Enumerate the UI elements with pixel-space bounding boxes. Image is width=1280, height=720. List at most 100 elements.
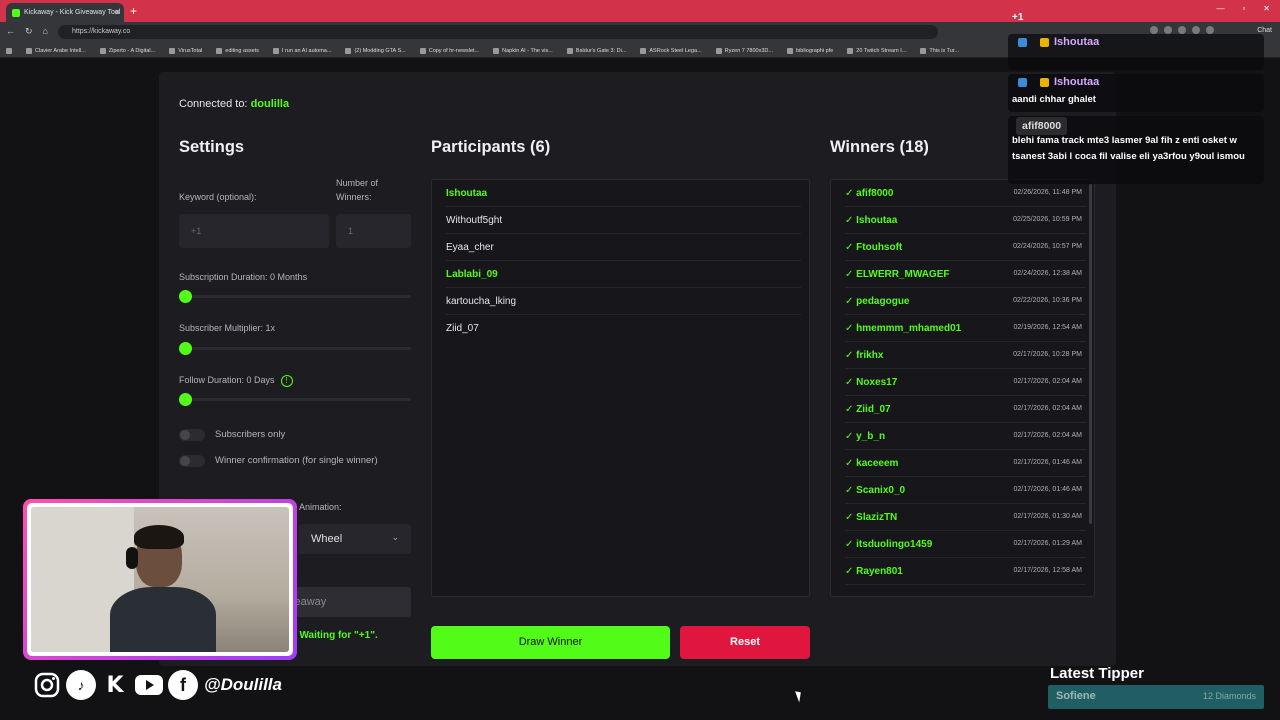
winners-title: Winners (18) bbox=[830, 138, 929, 156]
bookmarks-folder-icon[interactable] bbox=[6, 45, 12, 57]
winner-date: 02/24/2026, 12:38 AM bbox=[1013, 270, 1083, 277]
winner-row: ✓ ELWERR_MWAGEF 02/24/2026, 12:38 AM bbox=[845, 261, 1086, 288]
browser-tab[interactable]: Kickaway - Kick Giveaway Tool × bbox=[6, 3, 124, 22]
winner-row: ✓ Noxes17 02/17/2026, 02:04 AM bbox=[845, 369, 1086, 396]
winner-date: 02/17/2026, 01:30 AM bbox=[1013, 513, 1083, 520]
start-giveaway-button[interactable]: veaway bbox=[284, 587, 411, 617]
winner-date: 02/24/2026, 10:57 PM bbox=[1013, 243, 1082, 250]
chat-message: afif8000 blehi fama track mte3 lasmer 9a… bbox=[1008, 116, 1264, 184]
restore-icon[interactable]: ▫ bbox=[1242, 4, 1245, 13]
chat-extension-label[interactable]: Chat bbox=[1257, 27, 1272, 34]
subscription-duration-slider[interactable] bbox=[179, 290, 411, 303]
sub-badge-icon bbox=[1040, 38, 1049, 47]
participant-item: kartoucha_lking bbox=[446, 288, 801, 315]
slider-knob[interactable] bbox=[179, 290, 192, 303]
tiktok-icon: ♪ bbox=[66, 670, 96, 700]
profile-avatar-icon[interactable] bbox=[1206, 26, 1214, 34]
chat-message: Ishoutaa bbox=[1008, 34, 1264, 70]
bookmark-item[interactable]: (2) Modding GTA S... bbox=[345, 45, 406, 57]
refresh-icon[interactable]: ↻ bbox=[25, 26, 33, 37]
tipper-name: Sofiene bbox=[1056, 690, 1096, 702]
close-tab-icon[interactable]: × bbox=[115, 7, 120, 17]
slider-knob[interactable] bbox=[179, 342, 192, 355]
bookmark-item[interactable]: Ziperto - A Digital... bbox=[99, 45, 155, 57]
bookmark-item[interactable]: editing assets bbox=[216, 45, 259, 57]
nav-controls: ← ↻ ⌂ bbox=[6, 26, 48, 37]
extension-icons bbox=[1150, 26, 1214, 34]
participant-item: Withoutf5ght bbox=[446, 207, 801, 234]
webcam-frame bbox=[23, 499, 297, 660]
subscription-duration-label: Subscription Duration: 0 Months bbox=[179, 272, 308, 282]
bookmark-item[interactable]: Napkin AI - The vis... bbox=[493, 45, 553, 57]
winners-count-label: Number of Winners: bbox=[336, 178, 379, 202]
winner-row: ✓ itsduolingo1459 02/17/2026, 01:29 AM bbox=[845, 531, 1086, 558]
webcam-video bbox=[31, 507, 289, 652]
bookmark-item[interactable]: bibliographi pfe bbox=[786, 45, 833, 57]
latest-tipper-title: Latest Tipper bbox=[1050, 665, 1144, 682]
subscribers-only-label: Subscribers only bbox=[215, 429, 286, 440]
follow-duration-slider[interactable] bbox=[179, 393, 411, 406]
social-links: ♪ K f @Doulilla bbox=[32, 670, 282, 700]
participant-item: Lablabi_09 bbox=[446, 261, 801, 288]
url-field[interactable]: https://kickaway.co bbox=[58, 25, 938, 39]
winner-name: ✓ Ziid_07 bbox=[845, 404, 891, 415]
winner-row: ✓ Ishoutaa 02/25/2026, 10:59 PM bbox=[845, 207, 1086, 234]
winner-row: ✓ kaceeem 02/17/2026, 01:46 AM bbox=[845, 450, 1086, 477]
winner-date: 02/17/2026, 01:29 AM bbox=[1013, 540, 1083, 547]
info-icon[interactable]: ! bbox=[280, 374, 293, 387]
extension-icon[interactable] bbox=[1150, 26, 1158, 34]
reset-button[interactable]: Reset bbox=[680, 626, 810, 659]
bookmark-item[interactable]: VirusTotal bbox=[169, 45, 202, 57]
giveaway-card: Connected to: doulilla Settings Keyword … bbox=[159, 72, 1116, 666]
winner-date: 02/17/2026, 02:04 AM bbox=[1013, 378, 1083, 385]
keyword-input[interactable]: +1 bbox=[179, 214, 329, 248]
draw-winner-button[interactable]: Draw Winner bbox=[431, 626, 670, 659]
winner-row: ✓ hmemmm_mhamed01 02/19/2026, 12:54 AM bbox=[845, 315, 1086, 342]
winner-name: ✓ Scanix0_0 bbox=[845, 485, 906, 496]
follow-duration-label: Follow Duration: 0 Days! bbox=[179, 373, 293, 387]
headset-icon bbox=[126, 547, 138, 569]
winner-date: 02/22/2026, 10:36 PM bbox=[1013, 297, 1082, 304]
extension-icon[interactable] bbox=[1178, 26, 1186, 34]
follow-duration-text: Follow Duration: 0 Days bbox=[179, 375, 275, 385]
bookmark-item[interactable]: I run an AI automa... bbox=[272, 45, 331, 57]
winner-name: ✓ SlazizTN bbox=[845, 512, 898, 523]
winners-count-input[interactable]: 1 bbox=[336, 214, 411, 248]
back-icon[interactable]: ← bbox=[6, 26, 15, 37]
latest-tipper-bar: Sofiene 12 Diamonds bbox=[1048, 685, 1264, 709]
minimize-icon[interactable]: — bbox=[1216, 4, 1224, 13]
winner-name: ✓ afif8000 bbox=[845, 188, 894, 199]
winner-row: ✓ SlazizTN 02/17/2026, 01:30 AM bbox=[845, 504, 1086, 531]
home-icon[interactable]: ⌂ bbox=[43, 26, 48, 37]
bookmark-item[interactable]: ASRock Steel Lega... bbox=[640, 45, 702, 57]
winner-confirmation-toggle[interactable] bbox=[179, 455, 205, 467]
winners-scrollbar[interactable] bbox=[1089, 184, 1092, 524]
winner-name: ✓ Ftouhsoft bbox=[845, 242, 903, 253]
bookmark-item[interactable]: 20 Twitch Stream I... bbox=[847, 45, 906, 57]
bookmark-item[interactable]: Baldur's Gate 3: Di... bbox=[566, 45, 626, 57]
winner-name: ✓ Rayen801 bbox=[845, 566, 903, 577]
animation-value: Wheel bbox=[311, 533, 343, 545]
chat-text: blehi fama track mte3 lasmer 9al fih z e… bbox=[1012, 135, 1245, 162]
connected-label: Connected to: bbox=[179, 98, 248, 110]
new-tab-icon[interactable]: + bbox=[130, 4, 137, 18]
participant-item: Eyaa_cher bbox=[446, 234, 801, 261]
keyword-label: Keyword (optional): bbox=[179, 192, 257, 202]
winner-name: ✓ hmemmm_mhamed01 bbox=[845, 323, 962, 334]
winner-date: 02/17/2026, 02:04 AM bbox=[1013, 405, 1083, 412]
subscribers-only-toggle[interactable] bbox=[179, 429, 205, 441]
slider-knob[interactable] bbox=[179, 393, 192, 406]
extension-icon[interactable] bbox=[1192, 26, 1200, 34]
winner-name: ✓ pedagogue bbox=[845, 296, 910, 307]
bookmark-item[interactable]: Copy of hr-newslet... bbox=[419, 45, 479, 57]
close-window-icon[interactable]: ✕ bbox=[1263, 4, 1270, 13]
bookmark-item[interactable]: This is Tur... bbox=[920, 45, 959, 57]
winner-row: ✓ pedagogue 02/22/2026, 10:36 PM bbox=[845, 288, 1086, 315]
animation-select[interactable]: Wheel ⌄ bbox=[299, 524, 411, 554]
subscriber-multiplier-slider[interactable] bbox=[179, 342, 411, 355]
bookmark-item[interactable]: Ryzen 7 7800x3D... bbox=[715, 45, 773, 57]
bookmark-item[interactable]: Clavier Arabe Intell... bbox=[26, 45, 86, 57]
extension-icon[interactable] bbox=[1164, 26, 1172, 34]
facebook-icon: f bbox=[168, 670, 198, 700]
winner-row: ✓ Rayen801 02/17/2026, 12:58 AM bbox=[845, 558, 1086, 585]
